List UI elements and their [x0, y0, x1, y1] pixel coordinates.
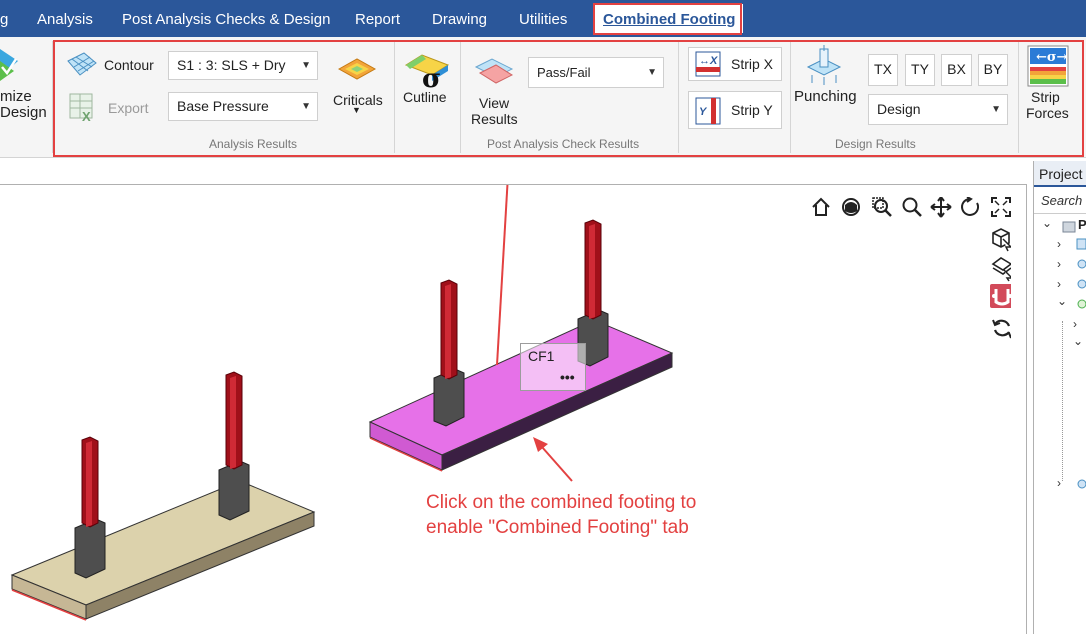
annotation-arrow-footing — [533, 437, 573, 482]
optimize-design-label-1[interactable]: mize — [0, 88, 32, 105]
tree-expand-icon[interactable]: › — [1057, 237, 1061, 251]
pass-fail-value: Pass/Fail — [537, 65, 591, 80]
view-results-icon — [474, 58, 514, 84]
chevron-down-icon: ▼ — [991, 104, 1001, 115]
annotation-arrow-up — [496, 185, 509, 366]
result-type-select[interactable]: Base Pressure ▼ — [168, 92, 318, 121]
more-options-icon[interactable]: ••• — [560, 369, 575, 385]
tree-guide-line — [1062, 321, 1063, 481]
column-right-a[interactable] — [433, 279, 465, 427]
tree-collapse-icon[interactable]: ⌄ — [1057, 294, 1067, 308]
optimize-design-icon — [0, 49, 18, 81]
strip-forces-icon: ←σ→ — [1027, 45, 1069, 87]
load-combination-value: S1 : 3: SLS + Dry — [177, 57, 286, 73]
tree-item-icon — [1077, 279, 1086, 289]
strip-forces-label-2[interactable]: Forces — [1026, 105, 1069, 121]
optimize-design-label-2[interactable]: Design — [0, 104, 47, 121]
design-select[interactable]: Design ▼ — [868, 94, 1008, 125]
svg-text:σ: σ — [422, 64, 441, 89]
criticals-dropdown-icon[interactable]: ▼ — [352, 105, 361, 115]
svg-text:X: X — [82, 109, 91, 122]
tree-expand-icon[interactable]: › — [1057, 257, 1061, 271]
strip-forces-label-1[interactable]: Strip — [1031, 89, 1060, 105]
tree-root-label[interactable]: P — [1078, 217, 1086, 232]
contour-button[interactable]: Contour — [104, 57, 154, 73]
ribbon-separator — [460, 41, 461, 153]
tree-item-icon — [1077, 479, 1086, 489]
ribbon-separator — [394, 41, 395, 153]
chevron-down-icon: ▼ — [301, 101, 311, 112]
ribbon-separator — [678, 41, 679, 153]
svg-text:←σ→: ←σ→ — [1036, 50, 1067, 65]
search-divider — [1034, 213, 1086, 214]
punching-button[interactable]: Punching — [794, 88, 857, 105]
view-results-label-1[interactable]: View — [479, 95, 509, 111]
by-button[interactable]: BY — [978, 54, 1008, 86]
footing-name: CF1 — [528, 348, 555, 364]
svg-text:↔X: ↔X — [699, 55, 718, 67]
load-combination-select[interactable]: S1 : 3: SLS + Dry ▼ — [168, 51, 318, 80]
ty-button[interactable]: TY — [905, 54, 935, 86]
tree-item-icon — [1076, 238, 1086, 250]
ribbon-separator — [790, 41, 791, 153]
strip-x-icon: ↔X — [695, 51, 721, 77]
post-analysis-group-label: Post Analysis Check Results — [487, 137, 640, 151]
footing-label-cf1[interactable]: CF1 ••• — [520, 343, 586, 391]
tree-item-icon — [1077, 299, 1086, 309]
annotation-line-1: Click on the combined footing to — [426, 492, 697, 513]
project-panel: Project Search ⌄ P › › › ⌄ › ⌄ › — [1033, 161, 1086, 634]
chevron-down-icon: ▼ — [301, 60, 311, 71]
tree-expand-icon[interactable]: ⌄ — [1042, 216, 1052, 230]
tab-combined-footing[interactable]: Combined Footing — [595, 4, 744, 33]
chevron-down-icon: ▼ — [647, 67, 657, 78]
cutline-icon: σ — [404, 54, 450, 89]
ribbon-separator — [52, 41, 53, 153]
bx-button[interactable]: BX — [941, 54, 972, 86]
strip-y-icon: Y — [695, 97, 721, 125]
strip-x-label: Strip X — [731, 56, 774, 72]
tree-collapse-icon[interactable]: ⌄ — [1073, 334, 1083, 348]
model-scene — [10, 185, 674, 621]
project-root-icon — [1062, 221, 1076, 233]
tab-drawing[interactable]: Drawing — [432, 0, 487, 37]
tree-expand-icon[interactable]: › — [1057, 277, 1061, 291]
contour-grid-icon — [67, 52, 97, 76]
tree-expand-icon[interactable]: › — [1057, 476, 1061, 490]
design-results-group-label: Design Results — [835, 137, 916, 151]
result-type-value: Base Pressure — [177, 98, 269, 114]
strip-y-button[interactable]: Y Strip Y — [688, 91, 782, 129]
cutline-button[interactable]: Cutline — [403, 89, 447, 105]
view-results-label-2[interactable]: Results — [471, 111, 518, 127]
criticals-icon — [337, 58, 377, 80]
annotation-note: Click on the combined footing to enable … — [426, 490, 696, 540]
project-search-input[interactable]: Search — [1034, 193, 1086, 208]
punching-icon — [806, 45, 842, 85]
footing-unselected[interactable] — [10, 480, 316, 621]
menu-bar: g Analysis Post Analysis Checks & Design… — [0, 0, 1086, 37]
export-button[interactable]: Export — [108, 100, 148, 116]
project-panel-title[interactable]: Project — [1034, 161, 1086, 187]
tree-expand-icon[interactable]: › — [1073, 317, 1077, 331]
column-left-b[interactable] — [218, 371, 250, 521]
tab-report[interactable]: Report — [355, 0, 400, 37]
strip-x-button[interactable]: ↔X Strip X — [688, 47, 782, 81]
pass-fail-select[interactable]: Pass/Fail ▼ — [528, 57, 664, 88]
annotation-line-2: enable "Combined Footing" tab — [426, 517, 689, 538]
strip-y-label: Strip Y — [731, 102, 773, 118]
tx-button[interactable]: TX — [868, 54, 898, 86]
design-value: Design — [877, 101, 921, 117]
tab-analysis[interactable]: Analysis — [37, 0, 93, 37]
tree-item-icon — [1077, 259, 1086, 269]
analysis-results-group-label: Analysis Results — [209, 137, 298, 151]
tab-utilities[interactable]: Utilities — [519, 0, 567, 37]
excel-export-icon: X — [69, 93, 93, 122]
tab-post-analysis[interactable]: Post Analysis Checks & Design — [122, 0, 330, 37]
column-left-a[interactable] — [74, 436, 106, 579]
ribbon-separator — [1018, 41, 1019, 153]
ribbon: mize Design Contour X Export S1 : 3: SLS… — [0, 37, 1086, 158]
tab-partial[interactable]: g — [0, 0, 8, 37]
